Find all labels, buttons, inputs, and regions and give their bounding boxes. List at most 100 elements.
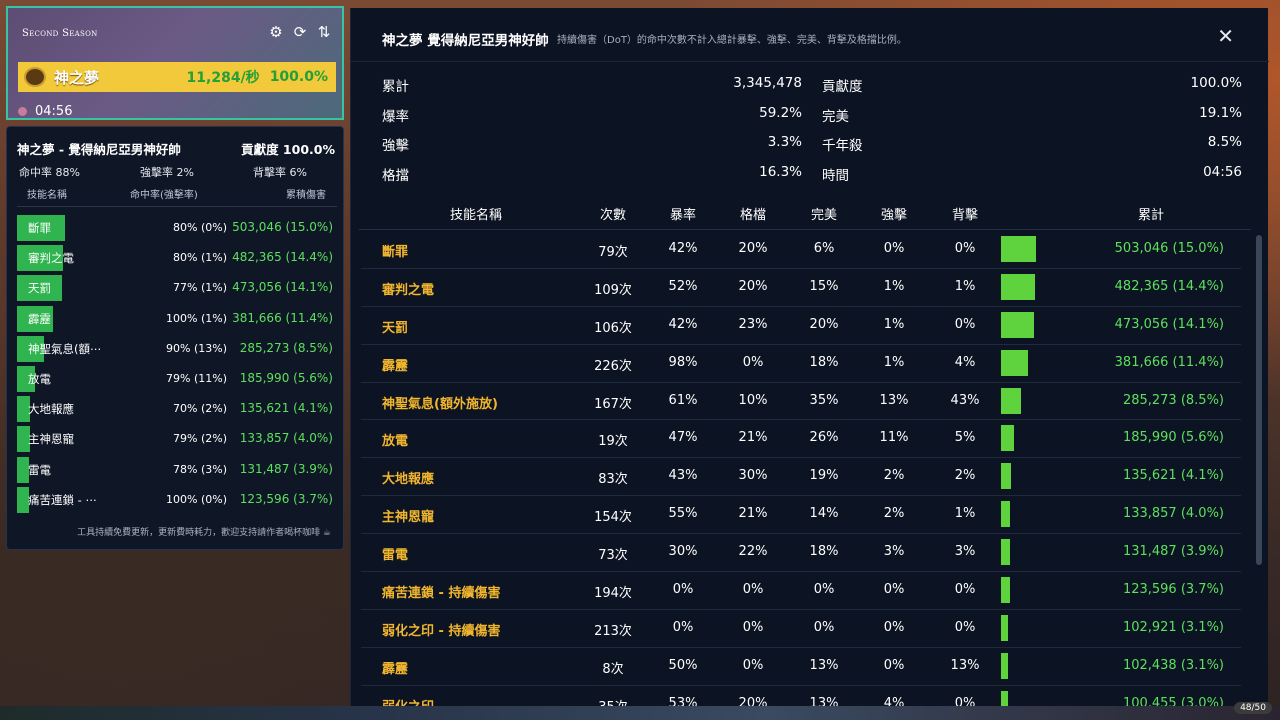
list-item[interactable]: 斷罪 80% (0%) 503,046 (15.0%) — [17, 213, 337, 243]
header-skill: 技能名稱 — [27, 190, 67, 201]
column-header[interactable]: 暴率 — [643, 204, 723, 223]
skill-name: 主神恩寵 — [382, 510, 435, 526]
list-item[interactable]: 審判之電 80% (1%) 482,365 (14.4%) — [17, 243, 337, 273]
cell-perfect: 14% — [809, 506, 839, 522]
cell-count: 73次 — [598, 548, 628, 564]
cell-back: 0% — [954, 619, 976, 635]
table-row[interactable]: 天罰 106次 42% 23% 20% 1% 0% 473,056 (14.1%) — [361, 307, 1241, 345]
summary-key: 時間 — [822, 167, 849, 184]
close-icon[interactable]: ✕ — [1217, 26, 1234, 46]
cell-count: 167次 — [594, 396, 632, 412]
damage-bar — [1001, 501, 1011, 528]
summary-value: 59.2% — [759, 104, 802, 121]
cell-block: 0% — [742, 657, 764, 673]
skill-name: 痛苦連鎖 - 持續傷害 — [382, 586, 501, 602]
cell-count: 213次 — [594, 623, 632, 639]
list-item[interactable]: 主神恩寵 79% (2%) 133,857 (4.0%) — [17, 424, 337, 454]
sort-icon[interactable]: ⇅ — [316, 24, 332, 40]
column-header[interactable]: 累計 — [1111, 204, 1191, 223]
column-header[interactable]: 技能名稱 — [436, 204, 516, 223]
list-item[interactable]: 大地報應 70% (2%) 135,621 (4.1%) — [17, 394, 337, 424]
timer-value: 04:56 — [35, 104, 73, 119]
table-row[interactable]: 大地報應 83次 43% 30% 19% 2% 2% 135,621 (4.1%) — [361, 458, 1241, 497]
damage-bar-track — [1001, 577, 1061, 604]
header-damage: 累積傷害 — [286, 190, 326, 201]
skill-name: 天罰 — [382, 320, 409, 336]
refresh-icon[interactable]: ⟳ — [292, 24, 308, 40]
summary-value: 8.5% — [1207, 134, 1242, 150]
column-header[interactable]: 強擊 — [854, 204, 934, 223]
damage-value: 482,365 (14.4%) — [232, 250, 333, 265]
table-row[interactable]: 霹靂 8次 50% 0% 13% 0% 13% 102,438 (3.1%) — [361, 648, 1241, 686]
cell-crit: 0% — [672, 619, 694, 635]
cell-back: 13% — [950, 657, 980, 673]
skill-name: 弱化之印 — [382, 696, 434, 706]
damage-bar — [1001, 425, 1015, 452]
table-row[interactable]: 痛苦連鎖 - 持續傷害 194次 0% 0% 0% 0% 0% 123,596 (3.7%) — [361, 572, 1241, 610]
skill-name: 大地報應 — [28, 402, 74, 417]
list-item[interactable]: 雷電 78% (3%) 131,487 (3.9%) — [17, 455, 337, 485]
divider — [17, 206, 337, 207]
damage-value: 131,487 (3.9%) — [239, 461, 333, 476]
divider — [351, 61, 1269, 62]
total-damage: 131,487 (3.9%) — [1122, 544, 1224, 560]
list-item[interactable]: 放電 79% (11%) 185,990 (5.6%) — [17, 364, 337, 394]
total-damage: 503,046 (15.0%) — [1114, 241, 1224, 256]
damage-bar-track — [1001, 387, 1061, 414]
list-item[interactable]: 天罰 77% (1%) 473,056 (14.1%) — [17, 273, 337, 303]
hit-rate-value: 78% (3%) — [173, 462, 227, 476]
table-row[interactable]: 神聖氣息(額外施放) 167次 61% 10% 35% 13% 43% 285,273 (8.… — [361, 383, 1241, 421]
total-damage: 100,455 (3.0%) — [1122, 695, 1224, 706]
cell-block: 0% — [742, 354, 764, 370]
cell-back: 0% — [954, 582, 976, 598]
cell-back: 0% — [954, 695, 976, 706]
column-header[interactable]: 背擊 — [925, 204, 1005, 223]
table-row[interactable]: 主神恩寵 154次 55% 21% 14% 2% 1% 133,857 (4.0%) — [361, 496, 1241, 535]
dot-note: 持續傷害（DoT）的命中次數不計入總計暴擊、強擊、完美、背擊及格擋比例。 — [557, 35, 907, 46]
cell-crit: 50% — [668, 657, 698, 673]
column-header[interactable]: 次數 — [573, 204, 653, 223]
skill-table[interactable]: 斷罪 79次 42% 20% 6% 0% 0% 503,046 (15.0%) 審判之電 109次… — [361, 231, 1241, 706]
total-damage: 185,990 (5.6%) — [1122, 430, 1224, 446]
skill-name: 雷電 — [382, 548, 409, 564]
list-item[interactable]: 霹靂 100% (1%) 381,666 (11.4%) — [17, 304, 337, 334]
hit-rate-value: 100% (0%) — [166, 492, 227, 506]
table-row[interactable]: 弱化之印 35次 53% 20% 13% 4% 0% 100,455 (3.0%) — [361, 686, 1241, 706]
hit-rate-value: 90% (13%) — [166, 341, 227, 355]
detail-panel: 神之夢 覺得納尼亞男神好帥 持續傷害（DoT）的命中次數不計入總計暴擊、強擊、完… — [350, 8, 1269, 720]
cell-back: 1% — [954, 506, 976, 522]
table-row[interactable]: 雷電 73次 30% 22% 18% 3% 3% 131,487 (3.9%) — [361, 534, 1241, 573]
summary-key: 完美 — [822, 108, 849, 125]
cell-block: 21% — [738, 430, 768, 446]
column-header[interactable]: 格檔 — [713, 204, 793, 223]
summary-value: 04:56 — [1203, 163, 1242, 180]
summary-value: 16.3% — [759, 163, 802, 180]
summary-key: 千年殺 — [822, 138, 863, 154]
meter-header-widget: Second Season ⚙ ⟳ ⇅ 神之夢 11,284/秒 100.0% … — [6, 6, 344, 120]
table-row[interactable]: 弱化之印 - 持續傷害 213次 0% 0% 0% 0% 0% 102,921 (3.1%) — [361, 610, 1241, 648]
list-item[interactable]: 痛苦連鎖 - ⋯ 100% (0%) 123,596 (3.7%) — [17, 485, 337, 515]
table-row[interactable]: 霹靂 226次 98% 0% 18% 1% 4% 381,666 (11.4%) — [361, 345, 1241, 383]
list-item[interactable]: 神聖氣息(額⋯ 90% (13%) 285,273 (8.5%) — [17, 334, 337, 364]
gear-icon[interactable]: ⚙ — [268, 24, 284, 40]
damage-bar — [1001, 311, 1034, 338]
table-row[interactable]: 斷罪 79次 42% 20% 6% 0% 0% 503,046 (15.0%) — [361, 231, 1241, 269]
cell-perfect: 15% — [809, 278, 839, 294]
detail-title: 神之夢 覺得納尼亞男神好帥 — [382, 33, 549, 49]
scrollbar[interactable] — [1256, 235, 1262, 565]
table-row[interactable]: 放電 19次 47% 21% 26% 11% 5% 185,990 (5.6%) — [361, 420, 1241, 459]
cell-count: 8次 — [602, 661, 624, 677]
player-dps-bar[interactable]: 神之夢 11,284/秒 100.0% — [18, 62, 336, 92]
skill-summary-panel: 神之夢 - 覺得納尼亞男神好帥 貢獻度 100.0% 命中率 88% 強擊率 2… — [6, 126, 344, 550]
hit-rate-value: 80% (0%) — [173, 221, 227, 234]
cell-back: 3% — [954, 544, 976, 560]
dps-percent: 100.0% — [269, 69, 328, 85]
column-header[interactable]: 完美 — [784, 204, 864, 223]
cell-back: 43% — [950, 392, 980, 408]
skill-name: 放電 — [382, 434, 409, 450]
skill-name: 主神恩寵 — [28, 432, 74, 447]
table-row[interactable]: 審判之電 109次 52% 20% 15% 1% 1% 482,365 (14.4%) — [361, 269, 1241, 307]
damage-bar-track — [1001, 349, 1061, 376]
cell-perfect: 26% — [809, 430, 839, 446]
summary-key: 爆率 — [382, 108, 409, 125]
